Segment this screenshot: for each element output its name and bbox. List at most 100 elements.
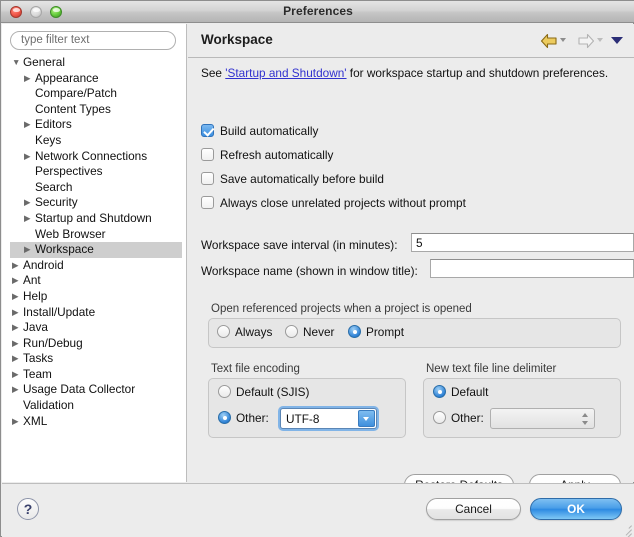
radio-label: Other: bbox=[236, 411, 269, 425]
sidebar-item-label: Keys bbox=[35, 132, 62, 147]
checkbox-box[interactable] bbox=[201, 124, 214, 137]
back-dropdown-icon[interactable] bbox=[560, 38, 566, 42]
workspace-name-input[interactable] bbox=[430, 259, 634, 278]
radio-circle[interactable] bbox=[285, 325, 298, 338]
sidebar-item-startup-and-shutdown[interactable]: ▶ Startup and Shutdown bbox=[2, 211, 186, 227]
radio-delimiter-other[interactable]: Other: bbox=[433, 411, 484, 427]
sidebar-item-tasks[interactable]: ▶ Tasks bbox=[2, 351, 186, 367]
checkbox-close-unrelated-projects[interactable]: Always close unrelated projects without … bbox=[201, 196, 466, 212]
sidebar-item-team[interactable]: ▶ Team bbox=[2, 367, 186, 383]
sidebar-item-web-browser[interactable]: ▶Web Browser bbox=[2, 227, 186, 243]
sidebar-item-general[interactable]: ▼ General bbox=[2, 55, 186, 71]
chevron-right-icon[interactable]: ▶ bbox=[12, 289, 23, 305]
search-input[interactable] bbox=[10, 30, 176, 50]
sidebar-item-label: Workspace bbox=[35, 242, 94, 257]
checkbox-box[interactable] bbox=[201, 196, 214, 209]
sidebar-item-appearance[interactable]: ▶ Appearance bbox=[2, 71, 186, 87]
sidebar-item-label: Network Connections bbox=[35, 148, 148, 163]
radio-circle[interactable] bbox=[433, 411, 446, 424]
radio-encoding-default[interactable]: Default (SJIS) bbox=[218, 385, 309, 401]
radio-delimiter-default[interactable]: Default bbox=[433, 385, 488, 401]
view-menu-icon[interactable] bbox=[611, 37, 623, 44]
sidebar-item-ant[interactable]: ▶ Ant bbox=[2, 273, 186, 289]
radio-label: Never bbox=[303, 325, 335, 339]
sidebar-item-label: Compare/Patch bbox=[35, 86, 117, 101]
sidebar-item-label: Perspectives bbox=[35, 164, 103, 179]
checkbox-save-before-build[interactable]: Save automatically before build bbox=[201, 172, 384, 188]
chevron-right-icon[interactable]: ▶ bbox=[12, 258, 23, 274]
checkbox-label: Refresh automatically bbox=[220, 148, 334, 162]
chevron-right-icon[interactable]: ▶ bbox=[12, 382, 23, 398]
field-label: Workspace name (shown in window title): bbox=[201, 264, 418, 278]
sidebar-item-run-debug[interactable]: ▶ Run/Debug bbox=[2, 336, 186, 352]
sidebar-item-label: Editors bbox=[35, 117, 72, 132]
chevron-right-icon[interactable]: ▶ bbox=[12, 320, 23, 336]
chevron-right-icon[interactable]: ▶ bbox=[12, 414, 23, 430]
sidebar-item-compare-patch[interactable]: ▶Compare/Patch bbox=[2, 86, 186, 102]
sidebar-item-install-update[interactable]: ▶ Install/Update bbox=[2, 305, 186, 321]
field-label: Workspace save interval (in minutes): bbox=[201, 238, 398, 252]
sidebar-item-editors[interactable]: ▶ Editors bbox=[2, 117, 186, 133]
sidebar-item-content-types[interactable]: ▶Content Types bbox=[2, 102, 186, 118]
sidebar-item-help[interactable]: ▶ Help bbox=[2, 289, 186, 305]
tree-spacer: ▶ bbox=[24, 227, 35, 243]
resize-grip[interactable] bbox=[618, 521, 632, 537]
chevron-down-icon[interactable] bbox=[358, 410, 375, 427]
ok-button[interactable]: OK bbox=[530, 498, 622, 520]
sidebar-item-network-connections[interactable]: ▶ Network Connections bbox=[2, 149, 186, 165]
radio-circle[interactable] bbox=[348, 325, 361, 338]
chevron-right-icon[interactable]: ▶ bbox=[12, 273, 23, 289]
chevron-right-icon[interactable]: ▶ bbox=[12, 305, 23, 321]
checkbox-box[interactable] bbox=[201, 148, 214, 161]
startup-shutdown-link[interactable]: 'Startup and Shutdown' bbox=[225, 66, 346, 80]
sidebar-item-validation[interactable]: ▶Validation bbox=[2, 398, 186, 414]
sidebar-item-security[interactable]: ▶ Security bbox=[2, 195, 186, 211]
sidebar-item-android[interactable]: ▶ Android bbox=[2, 258, 186, 274]
radio-prompt[interactable]: Prompt bbox=[348, 325, 404, 341]
checkbox-build-automatically[interactable]: Build automatically bbox=[201, 124, 318, 140]
help-button[interactable]: ? bbox=[17, 498, 39, 520]
sidebar-item-perspectives[interactable]: ▶Perspectives bbox=[2, 164, 186, 180]
chevron-right-icon[interactable]: ▶ bbox=[12, 351, 23, 367]
cancel-button[interactable]: Cancel bbox=[426, 498, 521, 520]
radio-encoding-other[interactable]: Other: bbox=[218, 411, 269, 427]
line-delimiter-label: New text file line delimiter bbox=[426, 363, 557, 375]
tree-spacer: ▶ bbox=[12, 398, 23, 414]
checkbox-box[interactable] bbox=[201, 172, 214, 185]
chevron-right-icon[interactable]: ▶ bbox=[24, 117, 35, 133]
chevron-right-icon[interactable]: ▶ bbox=[24, 195, 35, 211]
checkbox-refresh-automatically[interactable]: Refresh automatically bbox=[201, 148, 333, 164]
radio-always[interactable]: Always bbox=[217, 325, 272, 341]
encoding-combobox[interactable]: UTF-8 bbox=[280, 408, 377, 429]
save-interval-input[interactable] bbox=[411, 233, 634, 252]
chevron-down-icon[interactable]: ▼ bbox=[12, 55, 23, 71]
chevron-right-icon[interactable]: ▶ bbox=[24, 211, 35, 227]
radio-label: Other: bbox=[451, 411, 484, 425]
forward-dropdown-icon bbox=[597, 38, 603, 42]
sidebar-item-label: XML bbox=[23, 413, 48, 428]
sidebar-item-label: Team bbox=[23, 366, 52, 381]
sidebar-item-label: General bbox=[23, 55, 65, 69]
chevron-right-icon[interactable]: ▶ bbox=[12, 336, 23, 352]
chevron-right-icon[interactable]: ▶ bbox=[24, 242, 35, 258]
sidebar-item-usage-data-collector[interactable]: ▶ Usage Data Collector bbox=[2, 382, 186, 398]
referenced-projects-group: Always Never Prompt bbox=[208, 318, 621, 348]
workspace-preference-panel: Workspace See 'Startup and Shutdown' for… bbox=[188, 24, 634, 496]
radio-circle[interactable] bbox=[218, 385, 231, 398]
radio-circle[interactable] bbox=[217, 325, 230, 338]
sidebar-item-workspace[interactable]: ▶ Workspace bbox=[10, 242, 182, 258]
chevron-right-icon[interactable]: ▶ bbox=[24, 149, 35, 165]
sidebar-item-keys[interactable]: ▶Keys bbox=[2, 133, 186, 149]
radio-circle[interactable] bbox=[433, 385, 446, 398]
sidebar-item-label: Ant bbox=[23, 273, 41, 288]
sidebar-item-search[interactable]: ▶Search bbox=[2, 180, 186, 196]
back-arrow-icon[interactable] bbox=[540, 33, 558, 49]
sidebar-item-label: Startup and Shutdown bbox=[35, 210, 152, 225]
radio-never[interactable]: Never bbox=[285, 325, 334, 341]
chevron-right-icon[interactable]: ▶ bbox=[24, 71, 35, 87]
chevron-right-icon[interactable]: ▶ bbox=[12, 367, 23, 383]
sidebar-item-label: Help bbox=[23, 288, 48, 303]
radio-circle[interactable] bbox=[218, 411, 231, 424]
sidebar-item-xml[interactable]: ▶ XML bbox=[2, 414, 186, 430]
sidebar-item-java[interactable]: ▶ Java bbox=[2, 320, 186, 336]
